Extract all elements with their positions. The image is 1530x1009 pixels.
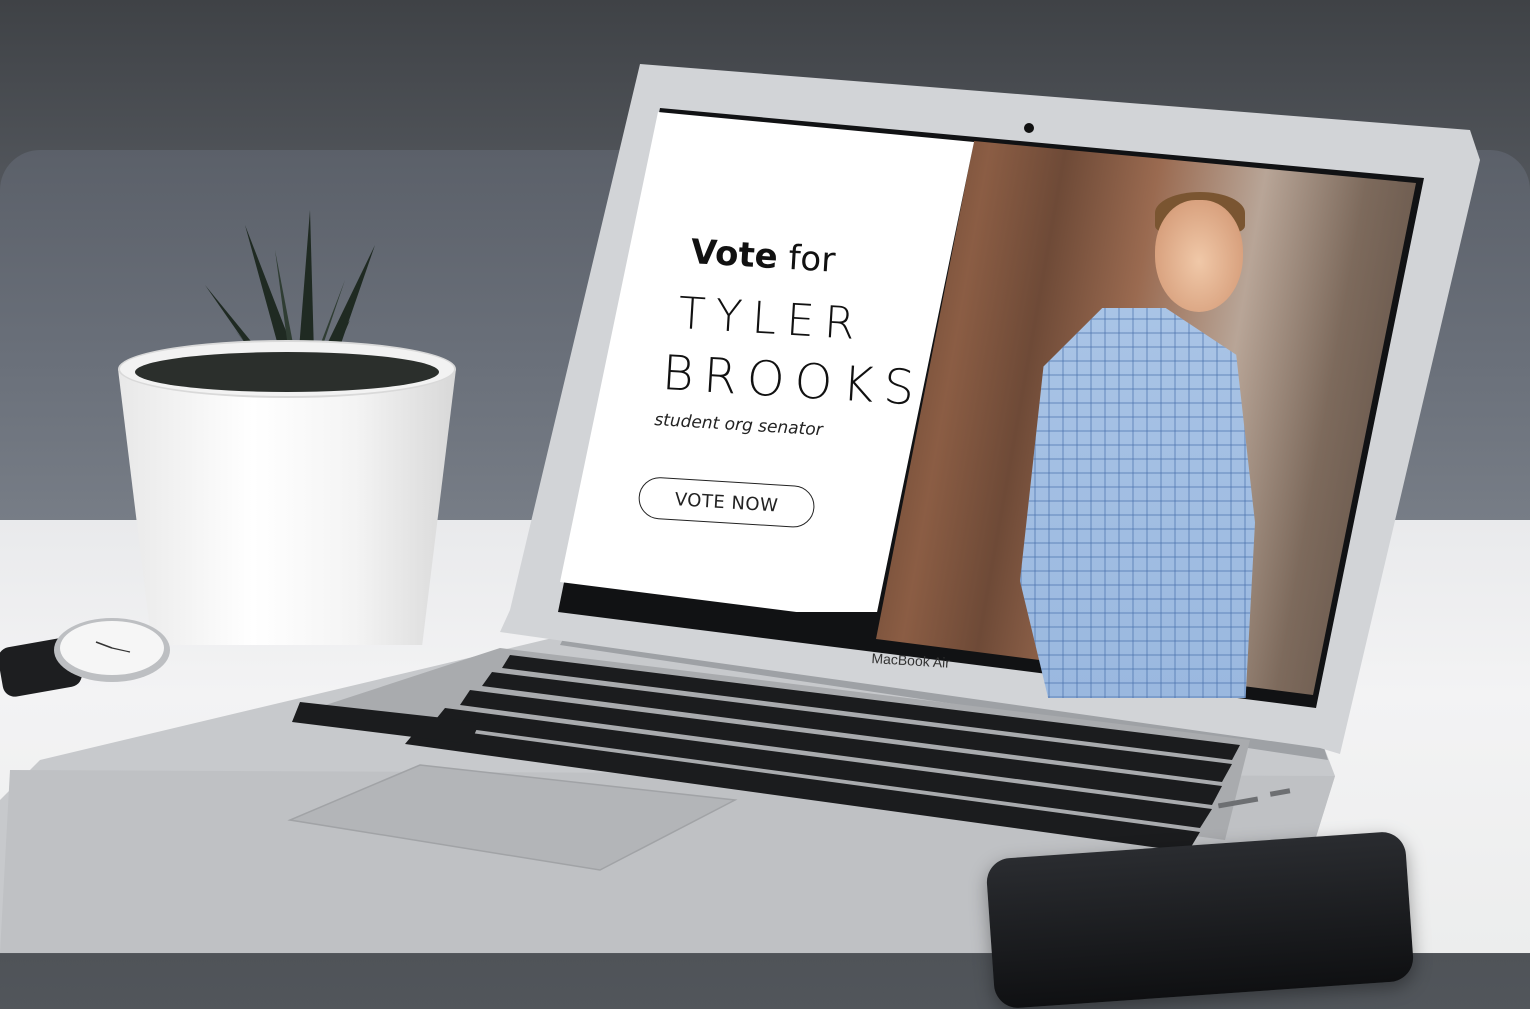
candidate-shirt xyxy=(1020,308,1255,698)
camera-icon xyxy=(1024,123,1034,133)
phone-icon xyxy=(985,830,1415,1009)
candidate-face xyxy=(1155,200,1243,312)
headline-bold: Vote xyxy=(689,232,779,278)
headline-rest: for xyxy=(787,237,837,281)
